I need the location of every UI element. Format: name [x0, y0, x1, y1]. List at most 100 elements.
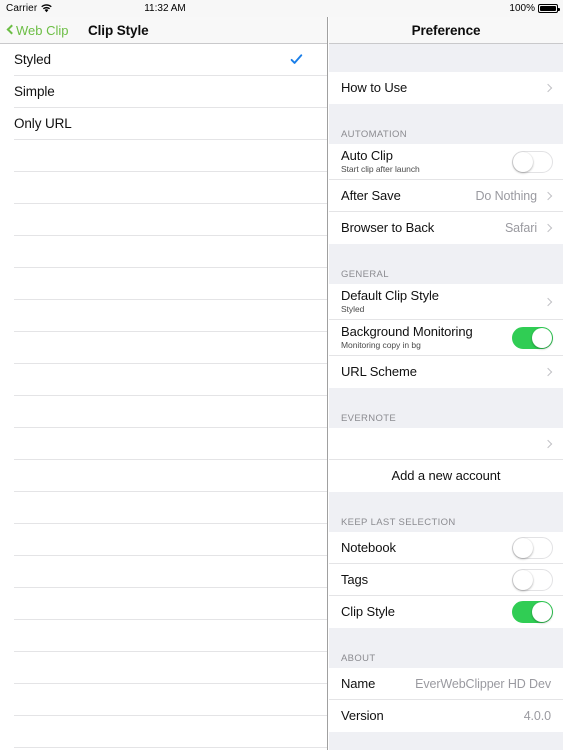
setting-row-title: URL Scheme [341, 364, 417, 380]
clip-style-option-row[interactable]: Styled [14, 44, 327, 76]
toggle-knob [532, 602, 552, 622]
setting-row-text: Notebook [341, 541, 396, 555]
setting-row-title: Clip Style [341, 604, 395, 620]
setting-row-subtitle: Start clip after launch [341, 163, 420, 174]
back-button[interactable]: Web Clip [6, 23, 69, 38]
setting-row-text: Version [341, 709, 384, 723]
setting-row-title: Background Monitoring [341, 324, 473, 340]
empty-list-row [14, 236, 327, 268]
setting-row-text: Background Monitoring Monitoring copy in … [341, 325, 473, 349]
setting-row-toggle[interactable]: Notebook [329, 532, 563, 564]
section-header: AUTOMATION [329, 128, 563, 144]
setting-row-toggle[interactable]: Background Monitoring Monitoring copy in … [329, 320, 563, 356]
battery-percent-label: 100% [509, 3, 535, 14]
master-page-title: Clip Style [88, 22, 149, 38]
setting-row-disclosure[interactable] [329, 428, 563, 460]
toggle-knob [513, 151, 533, 172]
empty-list-row [14, 268, 327, 300]
empty-list-row [14, 172, 327, 204]
chevron-right-icon [544, 438, 553, 450]
status-bar-clock: 11:32 AM [144, 3, 186, 14]
empty-list-row [14, 300, 327, 332]
list-footer-spacer [329, 732, 563, 750]
setting-row-text: Default Clip Style Styled [341, 289, 439, 313]
setting-row-toggle[interactable]: Tags [329, 564, 563, 596]
chevron-left-icon [6, 24, 14, 37]
chevron-right-icon [544, 222, 553, 234]
section-header: EVERNOTE [329, 412, 563, 428]
setting-row-value: EverWebClipper HD Dev [415, 676, 551, 691]
setting-row-text: Browser to Back [341, 221, 434, 235]
master-pane: Web Clip Clip Style Styled Simple Only URL [0, 17, 328, 750]
chevron-right-icon [544, 82, 553, 94]
setting-row-value: Do Nothing [475, 188, 537, 203]
chevron-right-icon [544, 366, 553, 378]
detail-pane: Preference How to Use AUTOMATION Auto Clip… [329, 17, 563, 750]
toggle-switch[interactable] [512, 150, 553, 173]
setting-row-disclosure[interactable]: URL Scheme [329, 356, 563, 388]
back-button-label: Web Clip [16, 22, 69, 38]
setting-row-disclosure[interactable]: Default Clip Style Styled [329, 284, 563, 320]
setting-row-title: Tags [341, 571, 369, 587]
add-account-button[interactable]: Add a new account [329, 460, 563, 492]
setting-row-title: Default Clip Style [341, 288, 439, 304]
empty-list-row [14, 556, 327, 588]
setting-row-text: After Save [341, 189, 401, 203]
section-header: ABOUT [329, 652, 563, 668]
setting-row-title: Browser to Back [341, 220, 435, 236]
empty-list-row [14, 620, 327, 652]
section-header: KEEP LAST SELECTION [329, 516, 563, 532]
master-navbar: Web Clip Clip Style [0, 17, 327, 44]
empty-list-row [14, 396, 327, 428]
setting-row-disclosure[interactable]: How to Use [329, 72, 563, 104]
section-spacer [329, 244, 563, 268]
setting-row-title: How to Use [341, 80, 408, 96]
empty-list-row [14, 460, 327, 492]
checkmark-icon [290, 53, 303, 66]
setting-row-text: Auto Clip Start clip after launch [341, 149, 420, 173]
setting-row-text: Name [341, 677, 375, 691]
clip-style-option-row[interactable]: Only URL [14, 108, 327, 140]
empty-list-row [14, 140, 327, 172]
setting-row-text: URL Scheme [341, 365, 417, 379]
clip-style-option-label: Only URL [14, 116, 72, 131]
setting-row-subtitle: Styled [341, 303, 365, 314]
app-screen: Carrier 11:32 AM 100% Web Clip Clip Styl… [0, 0, 563, 750]
clip-style-option-label: Styled [14, 52, 51, 67]
section-spacer [329, 492, 563, 516]
toggle-switch[interactable] [512, 326, 553, 349]
empty-list-row [14, 524, 327, 556]
toggle-switch[interactable] [512, 568, 553, 591]
chevron-right-icon [544, 296, 553, 308]
empty-list-row [14, 204, 327, 236]
section-spacer [329, 628, 563, 652]
setting-row-title: Auto Clip [341, 148, 393, 164]
empty-list-row [14, 652, 327, 684]
empty-list-row [14, 332, 327, 364]
chevron-right-icon [544, 190, 553, 202]
toggle-switch[interactable] [512, 536, 553, 559]
setting-row-readonly: Name EverWebClipper HD Dev [329, 668, 563, 700]
toggle-knob [513, 569, 533, 590]
setting-row-text: Add a new account [392, 469, 501, 483]
section-spacer [329, 44, 563, 72]
status-bar-right: 100% [509, 3, 560, 14]
section-spacer [329, 388, 563, 412]
setting-row-disclosure[interactable]: Browser to Back Safari [329, 212, 563, 244]
detail-page-title: Preference [411, 22, 481, 38]
toggle-knob [513, 537, 533, 558]
setting-row-title: Name [341, 675, 376, 691]
clip-style-option-row[interactable]: Simple [14, 76, 327, 108]
setting-row-toggle[interactable]: Clip Style [329, 596, 563, 628]
section-header: GENERAL [329, 268, 563, 284]
toggle-switch[interactable] [512, 601, 553, 623]
empty-list-row [14, 428, 327, 460]
empty-list-row [14, 684, 327, 716]
setting-row-toggle[interactable]: Auto Clip Start clip after launch [329, 144, 563, 180]
empty-list-row [14, 588, 327, 620]
preference-settings-list: How to Use AUTOMATION Auto Clip Start clip … [329, 44, 563, 750]
status-bar: Carrier 11:32 AM 100% [0, 0, 563, 17]
setting-row-readonly: Version 4.0.0 [329, 700, 563, 732]
setting-row-disclosure[interactable]: After Save Do Nothing [329, 180, 563, 212]
setting-row-text: Tags [341, 573, 368, 587]
